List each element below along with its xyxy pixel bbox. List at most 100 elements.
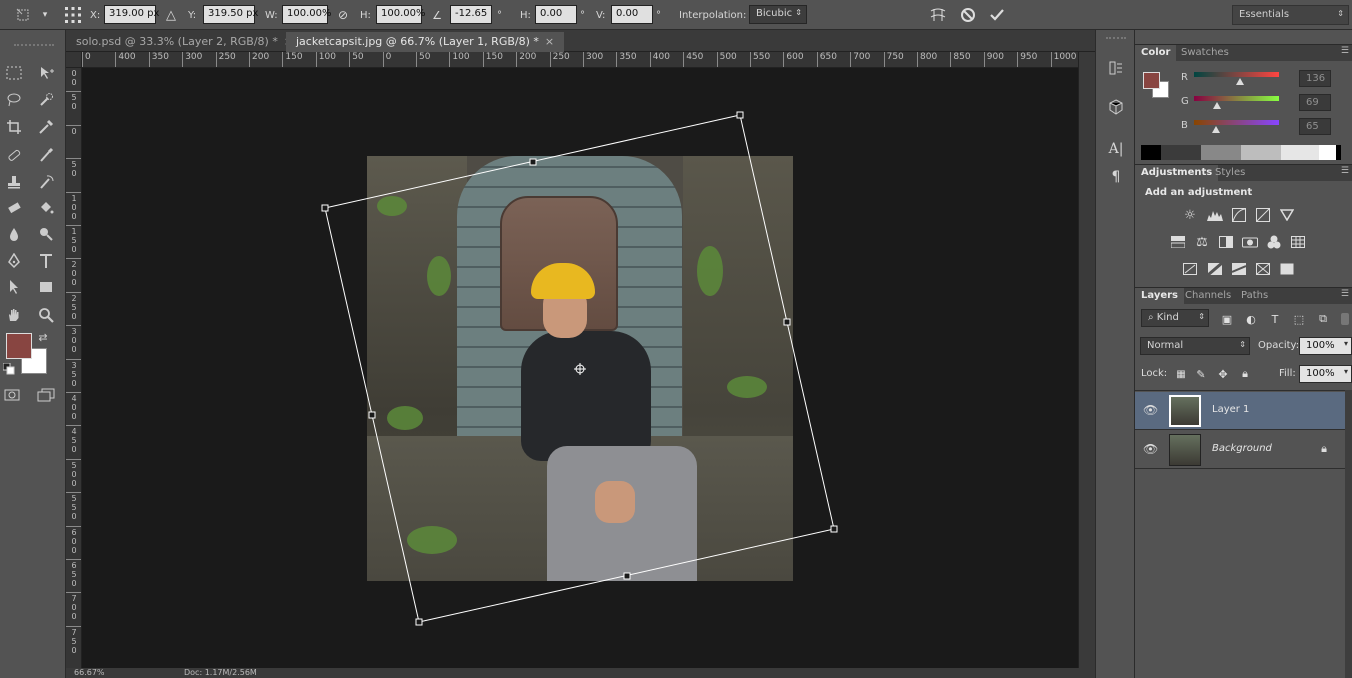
transform-handle[interactable] (529, 158, 537, 166)
threshold-icon[interactable] (1229, 259, 1249, 279)
commit-transform-icon[interactable] (986, 4, 1008, 26)
tab-jacketcapsit[interactable]: jacketcapsit.jpg @ 66.7% (Layer 1, RGB/8… (286, 32, 565, 52)
blur-tool-icon[interactable] (2, 222, 26, 246)
color-balance-icon[interactable]: ⚖ (1192, 232, 1212, 252)
lock-position-icon[interactable]: ✥ (1213, 364, 1233, 384)
layer-name[interactable]: Layer 1 (1212, 404, 1249, 415)
filter-shape-icon[interactable]: ⬚ (1289, 309, 1309, 329)
link-icon[interactable]: ⊘ (332, 4, 354, 26)
vertical-scrollbar[interactable] (1078, 52, 1095, 668)
visibility-eye-icon[interactable]: 👁︎ (1143, 403, 1158, 417)
quick-selection-tool-icon[interactable] (34, 88, 58, 112)
black-white-icon[interactable] (1216, 232, 1236, 252)
history-panel-icon[interactable] (1105, 57, 1127, 79)
blend-mode-select[interactable]: Normal ⇕ (1140, 337, 1250, 355)
healing-brush-tool-icon[interactable] (2, 143, 26, 167)
hue-saturation-icon[interactable] (1168, 232, 1188, 252)
interpolation-select[interactable]: Bicubic ⇕ (749, 5, 807, 24)
transform-bounding-box[interactable] (82, 68, 1078, 668)
relative-position-icon[interactable]: △ (160, 4, 182, 26)
brightness-contrast-icon[interactable]: ☼ (1180, 205, 1200, 225)
filter-adjustment-icon[interactable]: ◐ (1241, 309, 1261, 329)
exposure-icon[interactable] (1253, 205, 1273, 225)
transform-handle[interactable] (623, 572, 631, 580)
transform-handle[interactable] (830, 525, 838, 533)
opacity-field[interactable]: 100% ▾ (1299, 337, 1352, 355)
g-slider-knob[interactable] (1213, 102, 1221, 109)
hand-tool-icon[interactable] (2, 303, 26, 327)
layer-row[interactable]: 👁︎ Layer 1 (1135, 392, 1345, 430)
b-value[interactable]: 65 (1299, 118, 1331, 135)
vibrance-icon[interactable] (1277, 205, 1297, 225)
height-field[interactable]: 100.00% (376, 5, 426, 24)
gradient-map-icon[interactable] (1253, 259, 1273, 279)
clone-stamp-tool-icon[interactable] (2, 170, 26, 194)
type-tool-icon[interactable] (34, 249, 58, 273)
h-skew-field[interactable]: 0.00 (535, 5, 577, 24)
fill-field[interactable]: 100% ▾ (1299, 365, 1352, 383)
lock-transparent-icon[interactable]: ▦ (1171, 364, 1191, 384)
selective-color-icon[interactable] (1277, 259, 1297, 279)
channel-mixer-icon[interactable] (1264, 232, 1284, 252)
g-slider[interactable] (1194, 96, 1279, 101)
x-field[interactable]: 319.00 px (104, 5, 159, 24)
tab-styles[interactable]: Styles (1209, 165, 1251, 182)
photo-filter-icon[interactable] (1240, 232, 1260, 252)
filter-smart-object-icon[interactable]: ⧉ (1313, 309, 1333, 329)
posterize-icon[interactable] (1205, 259, 1225, 279)
tab-paths[interactable]: Paths (1235, 288, 1274, 305)
swap-colors-icon[interactable]: ⇄ (36, 330, 50, 344)
close-icon[interactable]: × (545, 35, 554, 48)
rectangle-tool-icon[interactable] (34, 275, 58, 299)
warp-mode-icon[interactable] (927, 4, 949, 26)
tab-swatches[interactable]: Swatches (1175, 45, 1235, 62)
ruler-corner[interactable] (66, 52, 82, 68)
transform-handle[interactable] (321, 204, 329, 212)
invert-icon[interactable] (1180, 259, 1200, 279)
screen-mode-icon[interactable] (34, 383, 58, 407)
color-panel-foreground[interactable] (1143, 72, 1160, 89)
marquee-tool-icon[interactable] (2, 61, 26, 85)
panel-menu-icon[interactable]: ☰ (1341, 289, 1349, 299)
r-value[interactable]: 136 (1299, 70, 1331, 87)
workspace-select[interactable]: Essentials ⇕ (1232, 5, 1349, 25)
zoom-tool-icon[interactable] (34, 303, 58, 327)
panel-menu-icon[interactable]: ☰ (1341, 166, 1349, 176)
layer-row[interactable]: 👁︎ Background 🔒︎ (1135, 431, 1345, 469)
visibility-eye-icon[interactable]: 👁︎ (1143, 442, 1158, 456)
g-value[interactable]: 69 (1299, 94, 1331, 111)
history-brush-tool-icon[interactable] (34, 170, 58, 194)
paragraph-panel-icon[interactable]: ¶ (1105, 166, 1127, 188)
levels-icon[interactable] (1205, 205, 1225, 225)
pen-tool-icon[interactable] (2, 249, 26, 273)
dodge-tool-icon[interactable] (34, 222, 58, 246)
layer-name[interactable]: Background (1212, 443, 1272, 454)
lock-all-icon[interactable]: 🔒︎ (1235, 364, 1255, 384)
color-lookup-icon[interactable] (1288, 232, 1308, 252)
angle-field[interactable]: -12.65 (450, 5, 492, 24)
ruler-vertical[interactable]: 1 0 0 5 0 0 5 0 1 0 0 1 5 0 2 0 0 2 5 0 3 0 0 3 5… (66, 68, 82, 668)
character-panel-icon[interactable]: A| (1105, 138, 1127, 160)
toolbox-grip[interactable] (14, 44, 54, 46)
b-slider-knob[interactable] (1212, 126, 1220, 133)
paint-bucket-tool-icon[interactable] (34, 196, 58, 220)
zoom-level[interactable]: 66.67% (74, 668, 105, 677)
tab-color[interactable]: Color (1135, 45, 1177, 62)
tool-preset-chevron-icon[interactable]: ▾ (34, 4, 56, 26)
default-colors-icon[interactable] (2, 362, 16, 376)
brush-tool-icon[interactable] (34, 143, 58, 167)
r-slider[interactable] (1194, 72, 1279, 77)
y-field[interactable]: 319.50 px (203, 5, 258, 24)
transform-handle[interactable] (736, 111, 744, 119)
tab-solo-psd[interactable]: solo.psd @ 33.3% (Layer 2, RGB/8) *× (66, 32, 303, 52)
move-tool-icon[interactable] (34, 61, 58, 85)
curves-icon[interactable] (1229, 205, 1249, 225)
filter-toggle[interactable] (1341, 313, 1349, 325)
canvas-area[interactable] (82, 68, 1078, 668)
path-selection-tool-icon[interactable] (2, 275, 26, 299)
v-skew-field[interactable]: 0.00 (611, 5, 653, 24)
tab-layers[interactable]: Layers (1135, 288, 1184, 305)
filter-pixel-icon[interactable]: ▣ (1217, 309, 1237, 329)
foreground-color-swatch[interactable] (6, 333, 32, 359)
layer-filter-select[interactable]: ⌕ Kind ⇕ (1141, 309, 1209, 327)
